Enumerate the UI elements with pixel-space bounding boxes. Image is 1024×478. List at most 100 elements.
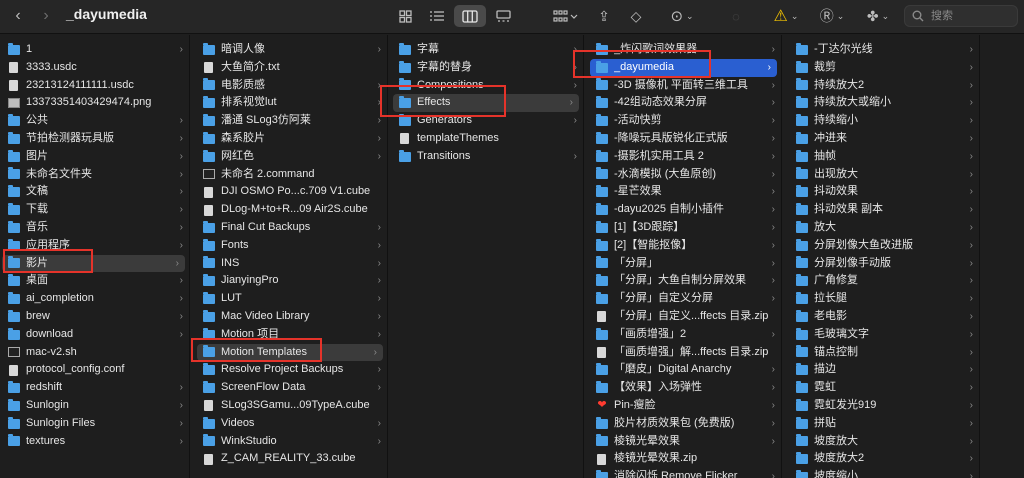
folder-item[interactable]: 字幕 › [399,41,583,59]
folder-item[interactable]: 下载 › [8,201,189,219]
folder-item[interactable]: -星芒效果 › [596,183,781,201]
folder-item[interactable]: 分屏划像大鱼改进版 › [796,237,979,255]
folder-item[interactable]: 胶片材质效果包 (免费版) › [596,415,781,433]
folder-item[interactable]: -42组动态效果分屏 › [596,94,781,112]
list-view-button[interactable] [424,5,450,27]
r-extension-button[interactable]: Ⓡ ⌄ [816,5,848,27]
folder-item[interactable]: 文稿 › [8,183,189,201]
folder-item[interactable]: 消除闪烁 Remove Flicker › [596,468,781,478]
folder-item[interactable]: 「分屏」 › [596,255,781,273]
folder-item[interactable]: 老电影 › [796,308,979,326]
folder-item[interactable]: 放大 › [796,219,979,237]
folder-item[interactable]: ai_completion › [8,290,189,308]
file-item[interactable]: DJI OSMO Po...c.709 V1.cube [203,183,387,201]
file-item[interactable]: SLog3SGamu...09TypeA.cube [203,397,387,415]
folder-item[interactable]: textures › [8,433,189,451]
folder-item[interactable]: 公共 › [8,112,189,130]
folder-item[interactable]: 未命名文件夹 › [8,166,189,184]
folder-item[interactable]: ScreenFlow Data › [203,379,387,397]
forward-button[interactable]: › [36,5,56,27]
folder-item[interactable]: -活动快剪 › [596,112,781,130]
folder-item[interactable]: 潘通 SLog3仿阿莱 › [203,112,387,130]
folder-item[interactable]: 持续缩小 › [796,112,979,130]
column-view-button[interactable] [454,5,486,27]
file-item[interactable]: 未命名 2.command [203,166,387,184]
folder-item[interactable]: 暗调人像 › [203,41,387,59]
warning-button[interactable]: ⚠ ⌄ [768,5,804,27]
folder-item[interactable]: 电影质感 › [203,77,387,95]
folder-item[interactable]: 锚点控制 › [796,344,979,362]
folder-item[interactable]: 坡度缩小 › [796,468,979,478]
tag-button[interactable]: ◇ [624,5,648,27]
folder-item[interactable]: 出现放大 › [796,166,979,184]
icon-view-button[interactable] [392,5,418,27]
file-item[interactable]: 大鱼简介.txt [203,59,387,77]
folder-item[interactable]: 坡度放大 › [796,433,979,451]
more-actions-button[interactable]: ⊙ ⌄ [662,5,702,27]
folder-item[interactable]: 持续放大2 › [796,77,979,95]
folder-item[interactable]: download › [8,326,189,344]
folder-item[interactable]: Final Cut Backups › [203,219,387,237]
folder-item[interactable]: 霓虹发光919 › [796,397,979,415]
file-item[interactable]: 23213124111111.usdc [8,77,189,95]
folder-item[interactable]: 桌面 › [8,272,189,290]
file-item[interactable]: mac-v2.sh [8,344,189,362]
folder-item[interactable]: [1]【3D跟踪】 › [596,219,781,237]
group-button[interactable] [548,5,584,27]
folder-item[interactable]: 抖动效果 › [796,183,979,201]
file-item[interactable]: 「画质增强」解...ffects 目录.zip [596,344,781,362]
folder-item[interactable]: 坡度放大2 › [796,450,979,468]
search-field[interactable] [904,5,1018,27]
folder-item[interactable]: 棱镜光晕效果 › [596,433,781,451]
folder-item[interactable]: 图片 › [8,148,189,166]
folder-item[interactable]: 字幕的替身 › [399,59,583,77]
folder-item[interactable]: Videos › [203,415,387,433]
folder-item[interactable]: Transitions › [399,148,583,166]
folder-item[interactable]: -3D 摄像机 平面转三维工具 › [596,77,781,95]
folder-item[interactable]: Sunlogin Files › [8,415,189,433]
folder-item[interactable]: 持续放大或缩小 › [796,94,979,112]
tools-icon[interactable]: ◌ [724,5,748,27]
folder-item[interactable]: -水滴模拟 (大鱼原创) › [596,166,781,184]
folder-item[interactable]: 拉长腿 › [796,290,979,308]
folder-item[interactable]: LUT › [203,290,387,308]
gallery-view-button[interactable] [490,5,516,27]
folder-item[interactable]: -降噪玩具版锐化正式版 › [596,130,781,148]
folder-item[interactable]: 「分屏」大鱼自制分屏效果 › [596,272,781,290]
folder-item[interactable]: 描边 › [796,361,979,379]
file-item[interactable]: Z_CAM_REALITY_33.cube [203,450,387,468]
folder-item[interactable]: 音乐 › [8,219,189,237]
folder-item[interactable]: 冲进来 › [796,130,979,148]
folder-item[interactable]: 1 › [8,41,189,59]
folder-item[interactable]: -dayu2025 自制小插件 › [596,201,781,219]
file-item[interactable]: templateThemes [399,130,583,148]
folder-item[interactable]: 霓虹 › [796,379,979,397]
folder-item[interactable]: Fonts › [203,237,387,255]
file-item[interactable]: DLog-M+to+R...09 Air2S.cube [203,201,387,219]
file-item[interactable]: ❤ Pin-瘦脸 › [596,397,781,415]
folder-item[interactable]: 排系视觉lut › [203,94,387,112]
folder-item[interactable]: Mac Video Library › [203,308,387,326]
share-button[interactable]: ⇪ [592,5,616,27]
clover-extension-button[interactable]: ✤ ⌄ [862,5,894,27]
file-item[interactable]: 「分屏」自定义...ffects 目录.zip [596,308,781,326]
folder-item[interactable]: 拼贴 › [796,415,979,433]
folder-item[interactable]: 森系胶片 › [203,130,387,148]
folder-item[interactable]: 抖动效果 副本 › [796,201,979,219]
file-item[interactable]: 棱镜光晕效果.zip [596,450,781,468]
folder-item[interactable]: 网红色 › [203,148,387,166]
folder-item[interactable]: -摄影机实用工具 2 › [596,148,781,166]
folder-item[interactable]: 毛玻璃文字 › [796,326,979,344]
folder-item[interactable]: JianyingPro › [203,272,387,290]
folder-item[interactable]: 抽帧 › [796,148,979,166]
back-button[interactable]: ‹ [8,5,28,27]
folder-item[interactable]: 「分屏」自定义分屏 › [596,290,781,308]
file-item[interactable]: 13373351403429474.png [8,94,189,112]
folder-item[interactable]: INS › [203,255,387,273]
folder-item[interactable]: 广角修复 › [796,272,979,290]
folder-item[interactable]: Resolve Project Backups › [203,361,387,379]
search-input[interactable] [929,9,1013,23]
folder-item[interactable]: 裁剪 › [796,59,979,77]
folder-item[interactable]: 节拍检测器玩具版 › [8,130,189,148]
file-item[interactable]: 3333.usdc [8,59,189,77]
